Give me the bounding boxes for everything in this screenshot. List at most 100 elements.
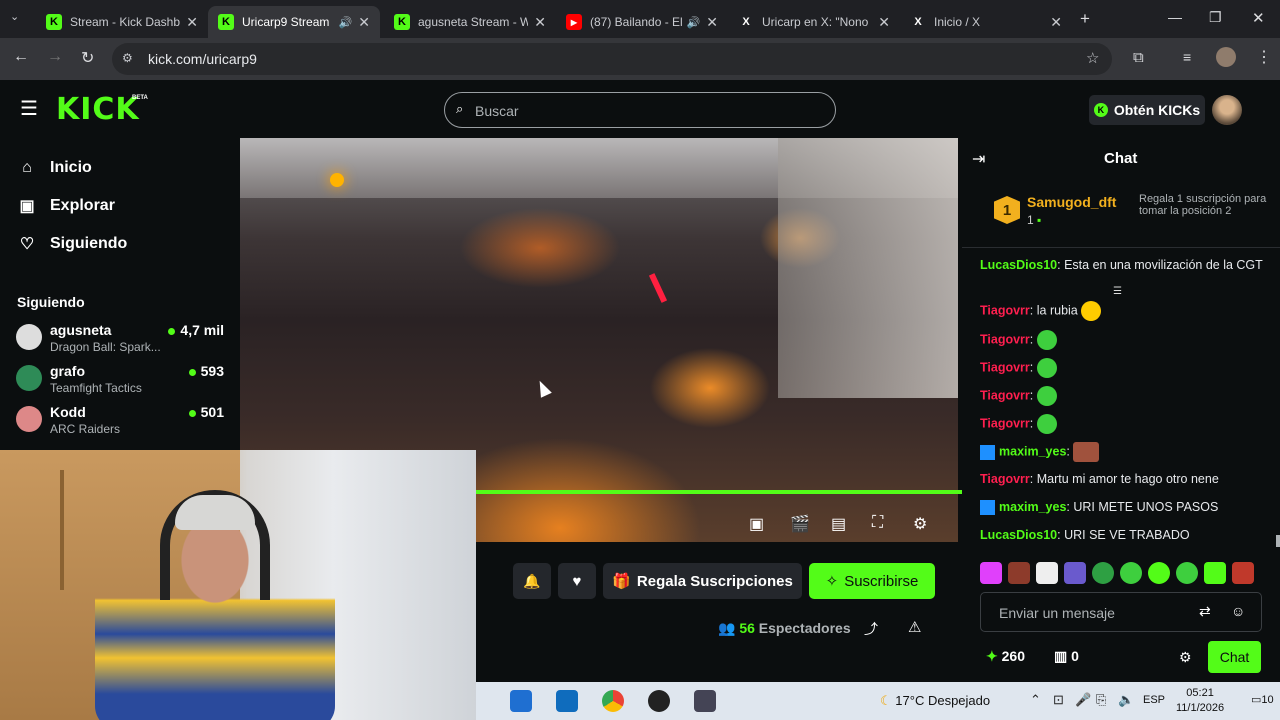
sparkle-icon: ✧ (825, 573, 839, 590)
close-tab-icon[interactable]: ✕ (1050, 14, 1062, 31)
system-clock[interactable]: 05:21 11/1/2026 (1176, 686, 1224, 716)
fullscreen-icon[interactable]: ⛶ (872, 514, 883, 532)
emote-icon[interactable] (1176, 562, 1198, 584)
chat-username[interactable]: LucasDios10 (980, 528, 1057, 542)
obs-app-icon[interactable] (648, 690, 670, 712)
chat-username[interactable]: Tiagovrr (980, 416, 1030, 430)
sidebar-item-inicio[interactable]: ⌂ Inicio (18, 159, 92, 177)
pinned-username[interactable]: Samugod_dft (1027, 194, 1116, 210)
drops-balance[interactable]: ▥ 0 (1054, 648, 1079, 665)
reload-icon[interactable]: ↻ (81, 48, 94, 68)
expand-handle-icon[interactable]: ☰ (1113, 286, 1122, 297)
emote-icon[interactable] (1092, 562, 1114, 584)
heart-icon: ♥ (572, 572, 582, 590)
chat-username[interactable]: Tiagovrr (980, 303, 1030, 317)
close-window-icon[interactable]: ✕ (1252, 9, 1265, 27)
kick-logo[interactable]: KICK (56, 92, 140, 127)
settings-gear-icon[interactable]: ⚙ (913, 514, 927, 534)
emote-icon[interactable] (1148, 562, 1170, 584)
chevron-up-icon[interactable]: ⌃ (1030, 692, 1041, 708)
notification-center-icon[interactable]: ▭10 (1251, 693, 1274, 706)
search-input[interactable]: ⌕ Buscar (444, 92, 836, 128)
store-app-icon[interactable] (510, 690, 532, 712)
subscribe-button[interactable]: ✧ Suscribirse (809, 563, 935, 599)
close-tab-icon[interactable]: ✕ (878, 14, 890, 31)
get-kicks-button[interactable]: K Obtén KICKs (1089, 95, 1205, 125)
emote-icon[interactable] (1204, 562, 1226, 584)
close-tab-icon[interactable]: ✕ (706, 14, 718, 31)
tab-kick-dashboard[interactable]: K Stream - Kick Dashbo ✕ (36, 6, 208, 38)
clip-icon[interactable]: 🎬 (790, 514, 810, 534)
sidebar-item-explorar[interactable]: ▣ Explorar (18, 196, 114, 216)
share-icon[interactable]: ⤴ (864, 619, 878, 639)
speaker-icon[interactable]: 🔊 (687, 16, 701, 29)
emote-icon[interactable] (1036, 562, 1058, 584)
collapse-chat-icon[interactable]: ⇥ (972, 149, 985, 169)
emote-icon[interactable] (1008, 562, 1030, 584)
theater-mode-icon[interactable]: ▤ (831, 514, 846, 534)
tab-youtube[interactable]: ▶ (87) Bailando - El 🔊 ✕ (556, 6, 728, 38)
following-channel-grafo[interactable]: grafo Teamfight Tactics 593 (16, 363, 228, 403)
pip-icon[interactable]: ▣ (749, 514, 764, 534)
new-tab-icon[interactable]: + (1080, 9, 1090, 29)
following-channel-kodd[interactable]: Kodd ARC Raiders 501 (16, 404, 228, 444)
tray-app-icon[interactable]: ⊡ (1053, 692, 1064, 708)
follow-heart-button[interactable]: ♥ (558, 563, 596, 599)
outlook-app-icon[interactable] (556, 690, 578, 712)
chat-message-input[interactable]: Enviar un mensaje ⇄ ☺ (980, 592, 1262, 632)
extensions-icon[interactable]: ⧉ (1133, 49, 1144, 66)
tab-x-home[interactable]: X Inicio / X ✕ (900, 6, 1072, 38)
chat-text: Esta en una movilización de la CGT (1064, 258, 1263, 272)
emote-icon[interactable] (1232, 562, 1254, 584)
chat-scrollbar[interactable] (1276, 535, 1280, 547)
tab-x-post[interactable]: X Uricarp en X: "Nono l ✕ (728, 6, 900, 38)
chat-username[interactable]: LucasDios10 (980, 258, 1057, 272)
close-tab-icon[interactable]: ✕ (534, 14, 546, 31)
minimize-icon[interactable]: — (1168, 9, 1182, 25)
kicks-balance[interactable]: ✦ 260 (986, 648, 1025, 665)
chat-send-button[interactable]: Chat (1208, 641, 1261, 673)
video-progress-bar[interactable] (476, 490, 962, 494)
maximize-icon[interactable]: ❐ (1209, 9, 1222, 26)
forward-icon[interactable]: → (47, 48, 63, 66)
bookmark-star-icon[interactable]: ☆ (1086, 49, 1099, 67)
emoji-picker-icon[interactable]: ☺ (1231, 603, 1245, 619)
emote-icon[interactable] (1064, 562, 1086, 584)
profile-avatar-icon[interactable] (1216, 47, 1236, 67)
chat-settings-icon[interactable]: ⚙ (1179, 649, 1192, 666)
tab-uricarp9[interactable]: K Uricarp9 Stream 🔊 ✕ (208, 6, 380, 38)
chat-username[interactable]: Tiagovrr (980, 472, 1030, 486)
weather-widget[interactable]: ☾ 17°C Despejado (880, 693, 990, 709)
microphone-icon[interactable]: 🎤 (1075, 692, 1091, 708)
chrome-app-icon[interactable] (602, 690, 624, 712)
network-icon[interactable]: ⎘ (1096, 692, 1106, 708)
chat-username[interactable]: maxim_yes (999, 500, 1066, 514)
emote-icon[interactable] (980, 562, 1002, 584)
gift-subs-button[interactable]: 🎁 Regala Suscripciones (603, 563, 802, 599)
report-warning-icon[interactable]: ⚠ (908, 618, 921, 636)
chat-username[interactable]: Tiagovrr (980, 388, 1030, 402)
language-indicator[interactable]: ESP (1143, 694, 1165, 706)
tab-agusneta[interactable]: K agusneta Stream - W ✕ (384, 6, 556, 38)
site-info-icon[interactable]: ⚙ (122, 51, 133, 65)
sidebar-item-siguiendo[interactable]: ♡ Siguiendo (18, 234, 128, 254)
chat-username[interactable]: Tiagovrr (980, 360, 1030, 374)
media-control-icon[interactable]: ≡ (1183, 49, 1191, 65)
speaker-icon[interactable]: 🔊 (339, 16, 353, 29)
close-tab-icon[interactable]: ✕ (186, 14, 198, 31)
user-avatar[interactable] (1212, 95, 1242, 125)
close-tab-icon[interactable]: ✕ (358, 14, 370, 31)
chat-username[interactable]: maxim_yes (999, 444, 1066, 458)
app-icon[interactable] (694, 690, 716, 712)
url-field[interactable]: ⚙ kick.com/uricarp9 ☆ (112, 43, 1112, 75)
translate-icon[interactable]: ⇄ (1199, 603, 1211, 620)
hamburger-menu-icon[interactable]: ☰ (20, 96, 38, 121)
volume-icon[interactable]: 🔈 (1118, 692, 1134, 708)
emote-icon[interactable] (1120, 562, 1142, 584)
back-icon[interactable]: ← (13, 48, 29, 66)
menu-kebab-icon[interactable]: ⋮ (1256, 47, 1272, 67)
following-channel-agusneta[interactable]: agusneta Dragon Ball: Spark... 4,7 mil (16, 322, 228, 362)
notification-bell-button[interactable]: 🔔 (513, 563, 551, 599)
tab-list-icon[interactable]: ⌄ (10, 10, 19, 23)
chat-username[interactable]: Tiagovrr (980, 332, 1030, 346)
